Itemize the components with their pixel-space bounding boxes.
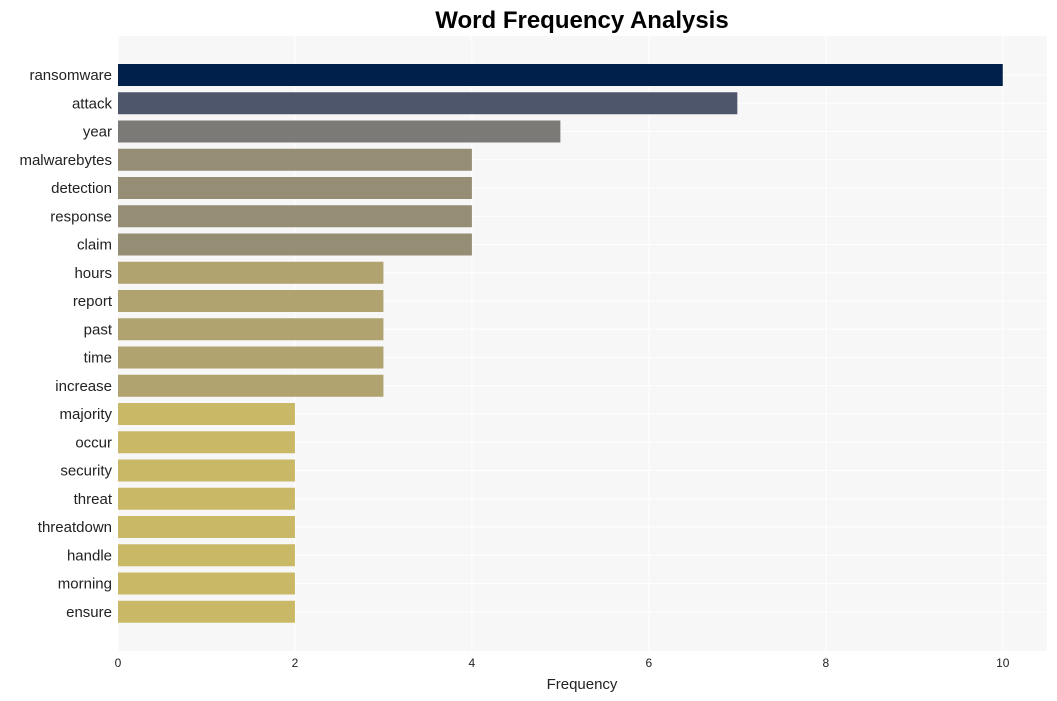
bar-morning	[118, 572, 295, 595]
bar-threatdown	[118, 516, 295, 538]
x-tick-6: 6	[646, 656, 653, 670]
word-frequency-chart: ransomware attack year malwarebytes detectio…	[19, 7, 1047, 693]
bar-increase	[118, 374, 384, 397]
y-label-past: past	[84, 321, 113, 338]
x-tick-labels: 0 2 4 6 8 10	[115, 656, 1010, 670]
x-tick-2: 2	[292, 656, 299, 670]
y-label-majority: majority	[59, 406, 112, 423]
bar-majority	[118, 403, 295, 425]
bar-detection	[118, 177, 472, 199]
bar-attack	[118, 92, 738, 115]
y-label-attack: attack	[72, 95, 113, 112]
y-label-ensure: ensure	[66, 604, 112, 621]
chart-title: Word Frequency Analysis	[435, 7, 728, 34]
y-label-hours: hours	[74, 265, 112, 282]
bar-report	[118, 290, 384, 312]
y-label-occur: occur	[75, 434, 112, 451]
x-tick-10: 10	[996, 656, 1010, 670]
y-tick-labels: ransomware attack year malwarebytes detectio…	[19, 67, 112, 621]
bar-claim	[118, 233, 472, 256]
bar-security	[118, 459, 295, 482]
y-label-detection: detection	[51, 180, 112, 197]
x-tick-4: 4	[469, 656, 476, 670]
bar-time	[118, 346, 384, 369]
y-label-increase: increase	[55, 378, 112, 395]
bar-ransomware	[118, 64, 1003, 86]
bar-threat	[118, 487, 295, 510]
x-axis-label: Frequency	[547, 676, 618, 693]
bar-year	[118, 120, 561, 143]
y-label-time: time	[84, 350, 112, 367]
y-label-ransomware: ransomware	[29, 67, 112, 84]
bar-malwarebytes	[118, 148, 472, 171]
bar-ensure	[118, 600, 295, 623]
bar-occur	[118, 431, 295, 454]
y-label-claim: claim	[77, 237, 112, 254]
y-label-response: response	[50, 208, 112, 225]
x-tick-8: 8	[822, 656, 829, 670]
y-label-handle: handle	[67, 547, 112, 564]
bar-hours	[118, 261, 384, 284]
y-label-report: report	[73, 293, 113, 310]
y-label-security: security	[60, 463, 112, 480]
y-label-malwarebytes: malwarebytes	[19, 152, 112, 169]
bar-past	[118, 318, 384, 341]
y-label-threat: threat	[74, 491, 113, 508]
y-label-year: year	[83, 124, 112, 141]
bar-response	[118, 205, 472, 228]
y-label-morning: morning	[58, 576, 112, 593]
x-tick-0: 0	[115, 656, 122, 670]
y-label-threatdown: threatdown	[38, 519, 112, 536]
bar-handle	[118, 544, 295, 567]
